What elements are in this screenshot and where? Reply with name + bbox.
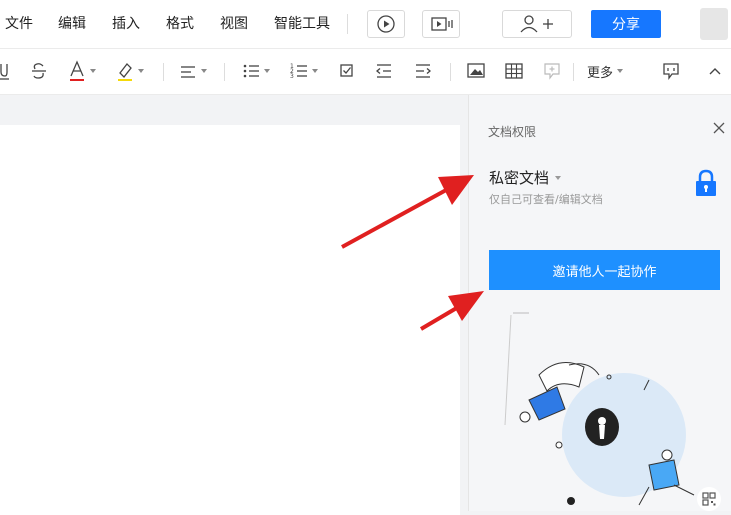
menu-file[interactable]: 文件 — [5, 15, 33, 33]
insert-image-button[interactable] — [467, 59, 485, 83]
table-icon — [505, 63, 523, 79]
strikethrough-icon — [32, 63, 46, 79]
menu-format[interactable]: 格式 — [166, 15, 194, 33]
font-color-icon — [70, 60, 84, 81]
menu-edit[interactable]: 编辑 — [58, 15, 86, 33]
strikethrough-button[interactable] — [30, 59, 48, 83]
toolbar-divider — [573, 63, 574, 81]
indent-icon — [416, 64, 432, 78]
permission-panel: 文档权限 私密文档 仅自己可查看/编辑文档 邀请他人一起协作 — [468, 95, 731, 511]
chevron-down-icon — [264, 69, 270, 73]
presentation-button[interactable] — [422, 10, 460, 38]
align-button[interactable] — [179, 59, 207, 83]
menu-insert[interactable]: 插入 — [112, 15, 140, 33]
toolbar-divider — [163, 63, 164, 81]
image-icon — [467, 63, 485, 78]
add-collaborator-button[interactable] — [502, 10, 572, 38]
presentation-icon — [431, 17, 453, 31]
insert-table-button[interactable] — [505, 59, 523, 83]
bullet-list-button[interactable] — [242, 59, 270, 83]
chevron-down-icon — [138, 69, 144, 73]
qr-code-icon[interactable] — [697, 487, 721, 511]
avatar[interactable] — [700, 8, 728, 40]
underline-icon — [0, 64, 9, 80]
insert-comment-button[interactable] — [543, 59, 561, 83]
menu-divider — [347, 14, 348, 34]
format-toolbar: 1 2 3 更多 — [0, 49, 731, 95]
permission-label: 私密文档 — [489, 169, 550, 187]
chevron-down-icon — [201, 69, 207, 73]
play-icon — [377, 15, 395, 33]
menu-view[interactable]: 视图 — [220, 15, 248, 33]
indent-button[interactable] — [414, 59, 432, 83]
font-color-button[interactable] — [68, 59, 96, 83]
underline-button[interactable] — [0, 59, 12, 83]
outdent-button[interactable] — [375, 59, 393, 83]
chevron-down-icon — [90, 69, 96, 73]
close-icon[interactable] — [712, 121, 726, 135]
add-user-icon — [520, 15, 553, 33]
panel-title: 文档权限 — [488, 125, 537, 139]
menu-smart-tools[interactable]: 智能工具 — [274, 15, 330, 33]
menu-bar: 文件 编辑 插入 格式 视图 智能工具 分享 — [0, 0, 731, 49]
checklist-button[interactable] — [339, 59, 355, 83]
permission-selector[interactable]: 私密文档 — [489, 167, 562, 188]
collapse-toolbar-button[interactable] — [707, 59, 723, 83]
numbered-list-icon: 1 2 3 — [290, 63, 307, 80]
editor-area — [0, 95, 466, 515]
bullet-list-icon — [243, 64, 259, 78]
toolbar-divider — [224, 63, 225, 81]
comments-button[interactable] — [662, 59, 680, 83]
collaboration-illustration — [504, 312, 695, 506]
highlight-button[interactable] — [116, 59, 144, 83]
chevron-down-icon — [312, 69, 318, 73]
invite-collaborators-button[interactable]: 邀请他人一起协作 — [489, 250, 720, 290]
more-label: 更多 — [587, 65, 614, 81]
svg-text:3: 3 — [290, 73, 294, 80]
share-button[interactable]: 分享 — [591, 10, 661, 38]
outdent-icon — [375, 64, 391, 78]
chevron-down-icon — [617, 69, 624, 73]
toolbar-divider — [450, 63, 451, 81]
chevron-down-icon — [555, 175, 562, 180]
chevron-up-icon — [709, 68, 721, 75]
numbered-list-button[interactable]: 1 2 3 — [290, 59, 318, 83]
more-button[interactable]: 更多 — [587, 59, 624, 83]
document-page[interactable] — [0, 125, 460, 515]
comment-icon — [663, 63, 679, 80]
lock-icon — [696, 169, 716, 196]
play-button[interactable] — [367, 10, 405, 38]
permission-description: 仅自己可查看/编辑文档 — [489, 193, 603, 206]
align-left-icon — [181, 66, 195, 78]
checkbox-icon — [340, 64, 353, 77]
highlighter-icon — [118, 63, 132, 81]
comment-add-icon — [544, 63, 560, 80]
